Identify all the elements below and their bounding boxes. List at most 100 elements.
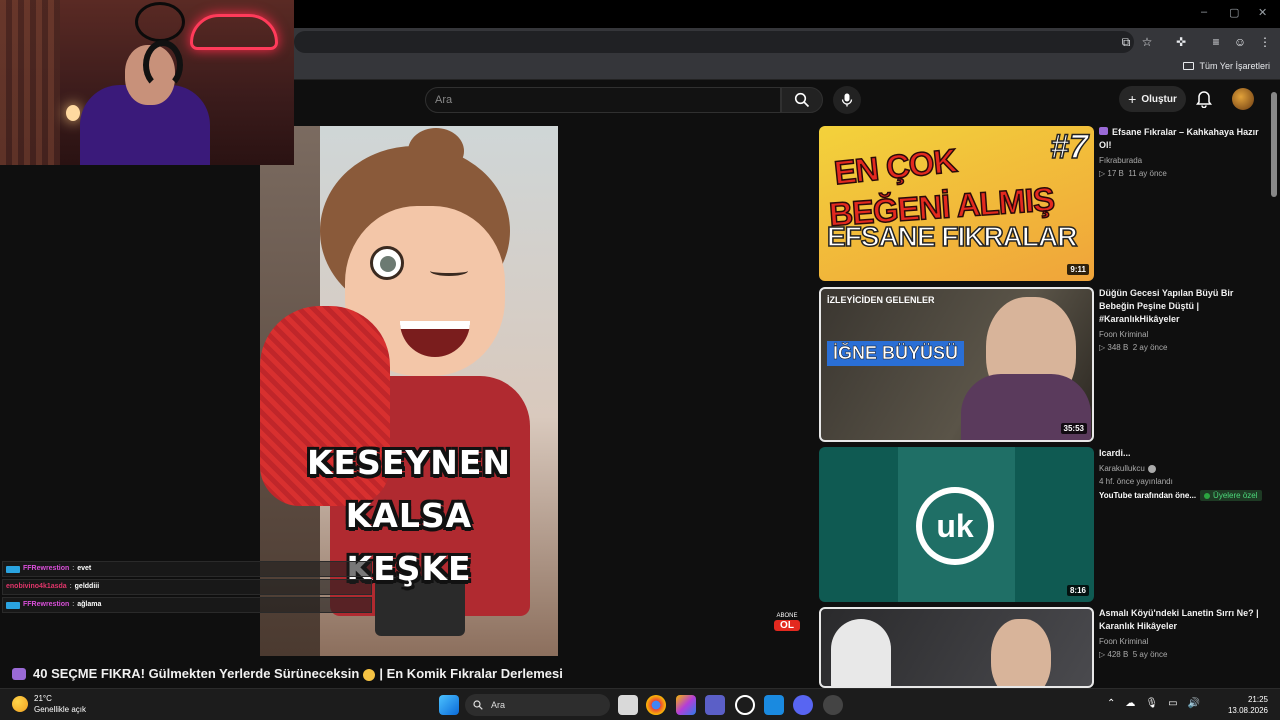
views-icon: ▷ bbox=[1099, 169, 1106, 178]
video-title-main: 40 SEÇME FIKRA! Gülmekten Yerlerde Sürün… bbox=[33, 666, 360, 681]
recommendation-title[interactable]: Icardi... bbox=[1099, 447, 1264, 460]
task-view-icon[interactable] bbox=[618, 695, 638, 715]
address-bar[interactable] bbox=[294, 31, 1134, 53]
stream-chat: FFRewrestion : evet enobivino4k1asda : g… bbox=[2, 561, 372, 615]
recommendation-thumbnail[interactable]: İZLEYİCİDEN GELENLER İĞNE BÜYÜSÜ 35:53 bbox=[819, 287, 1094, 442]
search-input[interactable]: Ara bbox=[425, 87, 781, 113]
start-button-icon[interactable] bbox=[439, 695, 459, 715]
system-clock[interactable]: 21:25 13.08.2026 bbox=[1228, 694, 1268, 716]
headphones-icon bbox=[143, 40, 183, 90]
subscribe-bottom: OL bbox=[774, 620, 800, 631]
recommendation-thumbnail[interactable]: #7 EN ÇOK BEĞENİ ALMIŞ EFSANE FIKRALAR 9… bbox=[819, 126, 1094, 281]
thumb-text: EN ÇOK bbox=[832, 141, 959, 192]
install-app-icon[interactable]: ⧉ bbox=[1117, 33, 1135, 51]
video-duration: 9:11 bbox=[1067, 264, 1089, 275]
menu-kebab-icon[interactable]: ⋮ bbox=[1256, 33, 1274, 51]
recommendation-meta: Icardi... Karakullukcu 4 hf. önce yayınl… bbox=[1099, 447, 1264, 501]
voice-search-button[interactable] bbox=[833, 86, 861, 114]
channel-name[interactable]: Foon Kriminal bbox=[1099, 637, 1264, 646]
video-duration: 35:53 bbox=[1060, 423, 1087, 434]
teams-icon[interactable] bbox=[705, 695, 725, 715]
weather-description: Genellikle açık bbox=[34, 705, 87, 714]
thumb-text: EFSANE FIKRALAR bbox=[826, 220, 1078, 253]
close-button[interactable]: ✕ bbox=[1258, 6, 1267, 19]
search-button[interactable] bbox=[781, 87, 823, 113]
display-icon[interactable]: ▭ bbox=[1168, 698, 1177, 709]
taskbar-search[interactable]: Ara bbox=[465, 694, 610, 716]
discord-icon[interactable] bbox=[793, 695, 813, 715]
weather-text: 21°C Genellikle açık bbox=[34, 693, 86, 715]
search-icon bbox=[794, 92, 810, 108]
thumb-figure bbox=[831, 619, 891, 686]
recommendation-thumbnail[interactable] bbox=[819, 607, 1094, 688]
chat-separator: : bbox=[69, 583, 72, 590]
recommendation-thumbnail[interactable]: uk 8:16 bbox=[819, 447, 1094, 602]
media-controls-icon[interactable]: ≡ bbox=[1207, 33, 1225, 51]
mail-icon[interactable] bbox=[764, 695, 784, 715]
view-count: 348 B bbox=[1107, 343, 1129, 352]
channel-name[interactable]: Karakullukcu bbox=[1099, 464, 1264, 473]
chrome-icon[interactable] bbox=[646, 695, 666, 715]
title-emoji-icon bbox=[12, 667, 26, 680]
promoted-label: YouTube tarafından öne... bbox=[1099, 491, 1197, 500]
volume-icon[interactable]: 🔊 bbox=[1188, 698, 1200, 709]
bookmark-star-icon[interactable]: ☆ bbox=[1138, 33, 1156, 51]
weather-icon bbox=[12, 696, 28, 712]
verified-icon bbox=[1147, 464, 1156, 473]
chat-badge-icon bbox=[6, 601, 20, 609]
upload-age: 5 ay önce bbox=[1132, 650, 1168, 659]
channel-name[interactable]: Fıkraburada bbox=[1099, 156, 1264, 165]
character-bun bbox=[408, 128, 464, 174]
system-tray: ⌃ ☁ 🎙 ▭ 🔊 bbox=[1107, 698, 1200, 709]
extensions-icon[interactable]: ✜ bbox=[1172, 33, 1190, 51]
chatgpt-icon[interactable] bbox=[735, 695, 755, 715]
webcam-curtain bbox=[0, 0, 60, 165]
webcam-shelf bbox=[135, 2, 185, 42]
thumb-figure bbox=[991, 619, 1051, 686]
all-bookmarks-button[interactable]: Tüm Yer İşaretleri bbox=[1183, 61, 1270, 71]
plus-icon: + bbox=[1128, 91, 1137, 107]
avatar[interactable] bbox=[1232, 88, 1254, 110]
caption-line: KESEYNEN bbox=[306, 443, 512, 482]
weather-widget[interactable]: 21°C Genellikle açık bbox=[12, 693, 86, 715]
clock-date: 13.08.2026 bbox=[1227, 706, 1268, 715]
title-emoji-icon bbox=[1099, 127, 1108, 135]
views-icon: ▷ bbox=[1099, 343, 1106, 352]
subscribe-overlay[interactable]: ABONE OL bbox=[774, 613, 800, 637]
channel-name[interactable]: Foon Kriminal bbox=[1099, 330, 1264, 339]
clock-time: 21:25 bbox=[1247, 695, 1268, 704]
page-scrollbar[interactable] bbox=[1271, 92, 1277, 197]
neon-sign bbox=[190, 14, 278, 50]
character-eye bbox=[370, 246, 404, 280]
app-icon[interactable] bbox=[823, 695, 843, 715]
network-icon[interactable]: ☁ bbox=[1125, 698, 1135, 709]
channel-name-text: Karakullukcu bbox=[1099, 464, 1145, 473]
recommendation-title[interactable]: Asmalı Köyü'ndeki Lanetin Sırrı Ne? | Ka… bbox=[1099, 607, 1264, 633]
chat-separator: : bbox=[72, 601, 75, 608]
thumb-text: İZLEYİCİDEN GELENLER bbox=[827, 295, 935, 305]
recommendation-title[interactable]: Efsane Fıkralar – Kahkahaya Hazır Ol! bbox=[1099, 126, 1264, 152]
create-button[interactable]: + Oluştur bbox=[1119, 86, 1186, 112]
copilot-icon[interactable] bbox=[676, 695, 696, 715]
laughing-emoji-icon bbox=[363, 668, 376, 681]
maximize-button[interactable]: ▢ bbox=[1229, 6, 1239, 19]
view-count: 428 B bbox=[1107, 650, 1129, 659]
recommendation-title[interactable]: Düğün Gecesi Yapılan Büyü Bir Bebeğin Pe… bbox=[1099, 287, 1264, 326]
minimize-button[interactable]: – bbox=[1201, 6, 1207, 18]
recommendation-title-text: Efsane Fıkralar – Kahkahaya Hazır Ol! bbox=[1099, 127, 1259, 150]
notifications-button[interactable] bbox=[1196, 90, 1212, 113]
tray-overflow-icon[interactable]: ⌃ bbox=[1107, 698, 1115, 709]
bell-icon bbox=[1196, 91, 1212, 109]
chat-text: ağlama bbox=[77, 601, 102, 608]
video-title: 40 SEÇME FIKRA! Gülmekten Yerlerde Sürün… bbox=[12, 666, 563, 681]
recommendation-extra: YouTube tarafından öne... Üyelere özel bbox=[1099, 490, 1264, 501]
view-count: 17 B bbox=[1107, 169, 1124, 178]
video-stats: ▷ 428 B 5 ay önce bbox=[1099, 650, 1264, 659]
profile-icon[interactable]: ☺ bbox=[1231, 33, 1249, 51]
microphone-icon bbox=[841, 93, 853, 107]
upload-age: 2 ay önce bbox=[1132, 343, 1168, 352]
windows-taskbar: 21°C Genellikle açık Ara ⌃ ☁ 🎙 ▭ 🔊 21:25… bbox=[0, 688, 1280, 720]
video-title-suffix: | En Komik Fıkralar Derlemesi bbox=[379, 666, 563, 681]
video-duration: 8:16 bbox=[1066, 585, 1089, 596]
microphone-tray-icon[interactable]: 🎙 bbox=[1145, 698, 1158, 709]
